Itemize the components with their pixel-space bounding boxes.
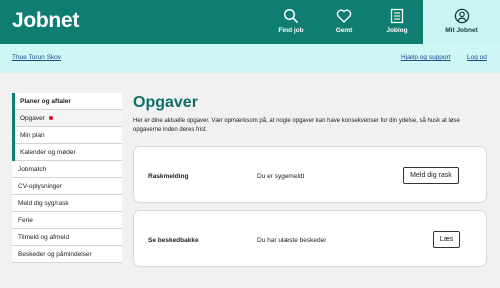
sidebar-item-jobmatch[interactable]: Jobmatch (12, 161, 122, 178)
page-title: Opgaver (133, 94, 198, 111)
user-icon (454, 8, 469, 24)
sidebar-item-register[interactable]: Tilmeld og afmeld (12, 229, 122, 246)
sidebar-group-plans: Planer og aftaler Opgaver Min plan Kalen… (12, 93, 122, 161)
task-description: Du er sygemeldt (257, 173, 305, 180)
sidebar: Planer og aftaler Opgaver Min plan Kalen… (12, 93, 122, 263)
nav-label: Find job (278, 27, 304, 34)
read-messages-button[interactable]: Læs (433, 231, 460, 248)
nav-label: Joblog (386, 27, 408, 34)
search-icon (283, 8, 299, 24)
jobnet-logo[interactable]: Jobnet (12, 9, 79, 33)
sidebar-item-my-plan[interactable]: Min plan (15, 127, 122, 144)
task-card: Raskmelding Du er sygemeldt Meld dig ras… (133, 146, 487, 203)
nav-label: Mit Jobnet (445, 27, 478, 34)
sidebar-item-messages[interactable]: Beskeder og påmindelser (12, 246, 122, 263)
top-bar: Jobnet Find job Gemt Joblog Mit Jobnet (0, 0, 500, 44)
task-card: Se beskedbakke Du har ulæste beskeder Læ… (133, 210, 487, 267)
help-link[interactable]: Hjælp og support (401, 54, 451, 61)
user-bar: Thue Torun Skov Hjælp og support Log ud (0, 44, 500, 73)
sidebar-item-calendar[interactable]: Kalender og møder (15, 144, 122, 161)
nav-label: Gemt (335, 27, 353, 34)
nav-find-job[interactable]: Find job (264, 0, 318, 44)
sidebar-item-cv[interactable]: CV-oplysninger (12, 178, 122, 195)
sidebar-item-tasks[interactable]: Opgaver (15, 110, 122, 127)
user-name-link[interactable]: Thue Torun Skov (12, 54, 61, 61)
task-name: Se beskedbakke (148, 237, 199, 244)
intro-text: Her er dine aktuelle opgaver. Vær opmærk… (133, 118, 460, 133)
sidebar-item-label: Opgaver (20, 115, 45, 122)
heart-icon (336, 9, 352, 23)
joblog-icon (390, 8, 404, 24)
report-healthy-button[interactable]: Meld dig rask (403, 167, 459, 184)
task-description: Du har ulæste beskeder (257, 237, 327, 244)
sidebar-item-sick[interactable]: Meld dig syg/rask (12, 195, 122, 212)
logout-link[interactable]: Log ud (467, 54, 487, 61)
task-name: Raskmelding (148, 173, 189, 180)
notification-dot (48, 116, 53, 121)
sidebar-item-holiday[interactable]: Ferie (12, 212, 122, 229)
nav-saved[interactable]: Gemt (317, 0, 371, 44)
sidebar-item-plans[interactable]: Planer og aftaler (15, 93, 122, 110)
nav-joblog[interactable]: Joblog (370, 0, 424, 44)
nav-mit-jobnet[interactable]: Mit Jobnet (423, 0, 500, 44)
